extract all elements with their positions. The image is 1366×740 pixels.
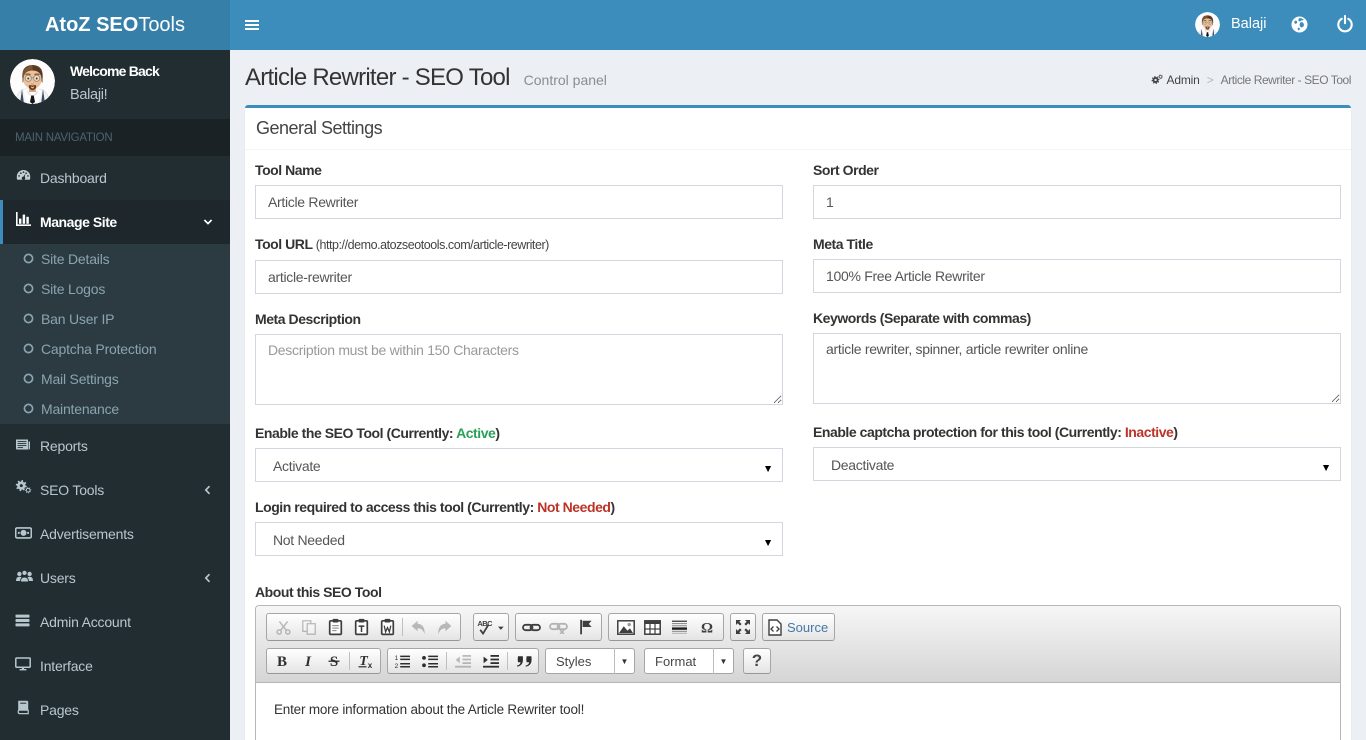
svg-text:B: B — [277, 654, 287, 669]
svg-text:x: x — [367, 661, 372, 669]
svg-text:1: 1 — [395, 655, 399, 662]
svg-text:2: 2 — [395, 663, 399, 669]
svg-text:ABC: ABC — [477, 619, 493, 628]
svg-text:I: I — [304, 654, 312, 669]
svg-text:Ω: Ω — [700, 621, 712, 636]
